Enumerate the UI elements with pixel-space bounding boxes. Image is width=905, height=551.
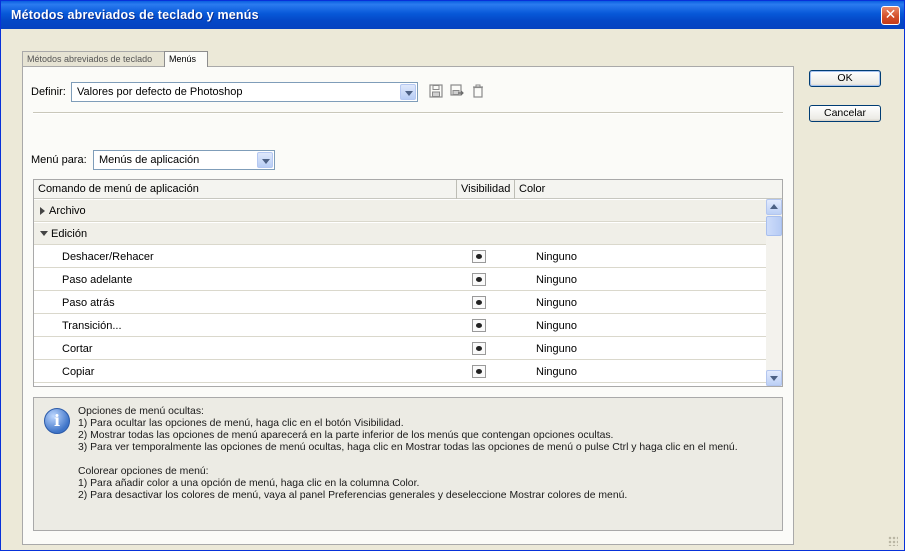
dialog-client: Métodos abreviados de teclado Menús Defi… <box>4 29 901 549</box>
column-visibility[interactable]: Visibilidad <box>456 180 514 199</box>
table-row[interactable]: Deshacer/Rehacer Ninguno <box>34 246 766 268</box>
table-row[interactable]: Cortar Ninguno <box>34 338 766 360</box>
info-line: 2) Mostrar todas las opciones de menú ap… <box>78 430 614 441</box>
color-value[interactable]: Ninguno <box>536 361 577 383</box>
dialog-window: Métodos abreviados de teclado y menús ✕ … <box>0 0 905 551</box>
group-label: Archivo <box>49 205 86 217</box>
definir-select[interactable]: Valores por defecto de Photoshop <box>71 82 418 102</box>
menu-para-value: Menús de aplicación <box>99 154 200 166</box>
eye-icon[interactable] <box>472 342 486 355</box>
ok-button[interactable]: OK <box>809 70 881 87</box>
group-label: Edición <box>51 228 88 240</box>
eye-icon[interactable] <box>472 296 486 309</box>
table-row[interactable]: Transición... Ninguno <box>34 315 766 337</box>
info-line: Colorear opciones de menú: <box>78 466 209 477</box>
eye-icon[interactable] <box>472 365 486 378</box>
trash-icon[interactable] <box>470 84 486 100</box>
command-label: Copiar <box>62 366 95 378</box>
color-value[interactable]: Ninguno <box>536 315 577 337</box>
title-bar[interactable]: Métodos abreviados de teclado y menús ✕ <box>1 1 904 29</box>
menu-commands-table: Comando de menú de aplicación Visibilida… <box>33 179 783 387</box>
definir-label: Definir: <box>31 86 66 98</box>
table-row[interactable]: Paso adelante Ninguno <box>34 269 766 291</box>
tab-menus[interactable]: Menús <box>164 51 208 67</box>
command-label: Paso adelante <box>62 274 133 286</box>
command-label: Cortar <box>62 343 93 355</box>
expand-arrow-icon[interactable] <box>40 207 45 215</box>
info-line: 2) Para desactivar los colores de menú, … <box>78 490 628 501</box>
command-label: Transición... <box>62 320 122 332</box>
save-as-icon[interactable] <box>449 84 465 100</box>
info-line: 3) Para ver temporalmente las opciones d… <box>78 442 738 453</box>
cancel-button[interactable]: Cancelar <box>809 105 881 122</box>
chevron-down-icon[interactable] <box>400 84 416 100</box>
column-command[interactable]: Comando de menú de aplicación <box>34 180 456 199</box>
info-text: Opciones de menú ocultas: 1) Para oculta… <box>78 406 778 502</box>
save-icon[interactable] <box>428 84 444 100</box>
color-value[interactable]: Ninguno <box>536 269 577 291</box>
eye-icon[interactable] <box>472 250 486 263</box>
table-row[interactable]: Paso atrás Ninguno <box>34 292 766 314</box>
scroll-down-button[interactable] <box>766 370 782 386</box>
tab-keyboard-shortcuts[interactable]: Métodos abreviados de teclado <box>22 51 167 67</box>
eye-icon[interactable] <box>472 273 486 286</box>
color-value[interactable]: Ninguno <box>536 338 577 360</box>
command-label: Paso atrás <box>62 297 115 309</box>
resize-grip[interactable] <box>888 536 898 546</box>
color-value[interactable]: Ninguno <box>536 246 577 268</box>
close-button[interactable]: ✕ <box>881 6 900 25</box>
column-color[interactable]: Color <box>514 180 766 199</box>
group-row-archivo[interactable]: Archivo <box>34 200 766 222</box>
chevron-down-icon[interactable] <box>257 152 273 168</box>
info-line: 1) Para ocultar las opciones de menú, ha… <box>78 418 404 429</box>
eye-icon[interactable] <box>472 319 486 332</box>
menu-para-label: Menú para: <box>31 154 87 166</box>
menus-panel: Definir: Valores por defecto de Photosho… <box>22 66 794 545</box>
definir-value: Valores por defecto de Photoshop <box>77 86 243 98</box>
scroll-up-button[interactable] <box>766 199 782 215</box>
collapse-arrow-icon[interactable] <box>40 231 48 236</box>
info-line: Opciones de menú ocultas: <box>78 406 204 417</box>
color-value[interactable]: Ninguno <box>536 292 577 314</box>
scroll-thumb[interactable] <box>766 216 782 236</box>
table-row[interactable]: Copiar Ninguno <box>34 361 766 383</box>
vertical-scrollbar[interactable] <box>766 199 782 386</box>
info-icon: i <box>44 408 70 434</box>
info-box: i Opciones de menú ocultas: 1) Para ocul… <box>33 397 783 531</box>
window-title: Métodos abreviados de teclado y menús <box>11 8 259 22</box>
info-line: 1) Para añadir color a una opción de men… <box>78 478 420 489</box>
divider <box>33 112 783 114</box>
group-row-edicion[interactable]: Edición <box>34 223 766 245</box>
command-label: Deshacer/Rehacer <box>62 251 154 263</box>
table-header: Comando de menú de aplicación Visibilida… <box>34 180 782 199</box>
menu-para-select[interactable]: Menús de aplicación <box>93 150 275 170</box>
